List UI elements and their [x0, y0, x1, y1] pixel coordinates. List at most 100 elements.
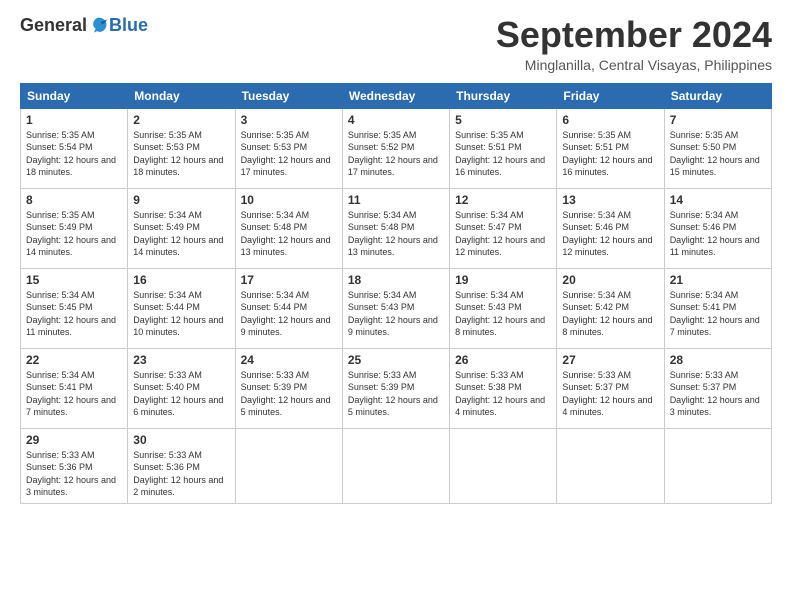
logo-general: General [20, 15, 87, 36]
day-info: Sunrise: 5:34 AMSunset: 5:44 PMDaylight:… [241, 290, 331, 338]
day-number: 14 [670, 193, 766, 207]
day-number: 20 [562, 273, 658, 287]
day-info: Sunrise: 5:34 AMSunset: 5:47 PMDaylight:… [455, 210, 545, 258]
day-cell: 30 Sunrise: 5:33 AMSunset: 5:36 PMDaylig… [128, 428, 235, 503]
day-cell: 16 Sunrise: 5:34 AMSunset: 5:44 PMDaylig… [128, 268, 235, 348]
day-cell: 1 Sunrise: 5:35 AMSunset: 5:54 PMDayligh… [21, 108, 128, 188]
week-row-1: 1 Sunrise: 5:35 AMSunset: 5:54 PMDayligh… [21, 108, 772, 188]
day-cell: 17 Sunrise: 5:34 AMSunset: 5:44 PMDaylig… [235, 268, 342, 348]
day-number: 19 [455, 273, 551, 287]
page: General Blue September 2024 Minglanilla,… [0, 0, 792, 612]
day-cell: 12 Sunrise: 5:34 AMSunset: 5:47 PMDaylig… [450, 188, 557, 268]
day-info: Sunrise: 5:35 AMSunset: 5:51 PMDaylight:… [455, 130, 545, 178]
header-row: SundayMondayTuesdayWednesdayThursdayFrid… [21, 83, 772, 108]
day-number: 12 [455, 193, 551, 207]
calendar-table: SundayMondayTuesdayWednesdayThursdayFrid… [20, 83, 772, 504]
header-friday: Friday [557, 83, 664, 108]
day-number: 21 [670, 273, 766, 287]
day-cell: 15 Sunrise: 5:34 AMSunset: 5:45 PMDaylig… [21, 268, 128, 348]
day-info: Sunrise: 5:34 AMSunset: 5:41 PMDaylight:… [670, 290, 760, 338]
day-cell: 11 Sunrise: 5:34 AMSunset: 5:48 PMDaylig… [342, 188, 449, 268]
header-monday: Monday [128, 83, 235, 108]
day-number: 18 [348, 273, 444, 287]
day-info: Sunrise: 5:33 AMSunset: 5:36 PMDaylight:… [133, 450, 223, 498]
day-info: Sunrise: 5:33 AMSunset: 5:37 PMDaylight:… [670, 370, 760, 418]
day-info: Sunrise: 5:33 AMSunset: 5:39 PMDaylight:… [348, 370, 438, 418]
day-cell: 18 Sunrise: 5:34 AMSunset: 5:43 PMDaylig… [342, 268, 449, 348]
day-cell: 8 Sunrise: 5:35 AMSunset: 5:49 PMDayligh… [21, 188, 128, 268]
day-cell: 14 Sunrise: 5:34 AMSunset: 5:46 PMDaylig… [664, 188, 771, 268]
day-info: Sunrise: 5:34 AMSunset: 5:48 PMDaylight:… [241, 210, 331, 258]
day-number: 9 [133, 193, 229, 207]
logo-blue: Blue [109, 15, 148, 36]
day-cell: 21 Sunrise: 5:34 AMSunset: 5:41 PMDaylig… [664, 268, 771, 348]
day-number: 11 [348, 193, 444, 207]
day-number: 27 [562, 353, 658, 367]
logo: General Blue [20, 15, 148, 36]
day-number: 16 [133, 273, 229, 287]
day-number: 5 [455, 113, 551, 127]
day-number: 2 [133, 113, 229, 127]
day-number: 23 [133, 353, 229, 367]
day-number: 13 [562, 193, 658, 207]
day-number: 26 [455, 353, 551, 367]
day-info: Sunrise: 5:34 AMSunset: 5:46 PMDaylight:… [562, 210, 652, 258]
day-number: 1 [26, 113, 122, 127]
day-info: Sunrise: 5:35 AMSunset: 5:50 PMDaylight:… [670, 130, 760, 178]
day-info: Sunrise: 5:33 AMSunset: 5:40 PMDaylight:… [133, 370, 223, 418]
day-number: 25 [348, 353, 444, 367]
day-cell: 29 Sunrise: 5:33 AMSunset: 5:36 PMDaylig… [21, 428, 128, 503]
day-number: 10 [241, 193, 337, 207]
logo-text: General Blue [20, 15, 148, 36]
day-info: Sunrise: 5:34 AMSunset: 5:44 PMDaylight:… [133, 290, 223, 338]
day-cell: 3 Sunrise: 5:35 AMSunset: 5:53 PMDayligh… [235, 108, 342, 188]
day-cell: 28 Sunrise: 5:33 AMSunset: 5:37 PMDaylig… [664, 348, 771, 428]
day-info: Sunrise: 5:34 AMSunset: 5:43 PMDaylight:… [348, 290, 438, 338]
day-info: Sunrise: 5:34 AMSunset: 5:49 PMDaylight:… [133, 210, 223, 258]
day-cell [342, 428, 449, 503]
day-info: Sunrise: 5:33 AMSunset: 5:36 PMDaylight:… [26, 450, 116, 498]
day-cell: 22 Sunrise: 5:34 AMSunset: 5:41 PMDaylig… [21, 348, 128, 428]
day-info: Sunrise: 5:34 AMSunset: 5:43 PMDaylight:… [455, 290, 545, 338]
day-info: Sunrise: 5:34 AMSunset: 5:41 PMDaylight:… [26, 370, 116, 418]
day-cell: 2 Sunrise: 5:35 AMSunset: 5:53 PMDayligh… [128, 108, 235, 188]
day-info: Sunrise: 5:35 AMSunset: 5:54 PMDaylight:… [26, 130, 116, 178]
day-cell: 27 Sunrise: 5:33 AMSunset: 5:37 PMDaylig… [557, 348, 664, 428]
day-info: Sunrise: 5:35 AMSunset: 5:53 PMDaylight:… [241, 130, 331, 178]
day-cell: 24 Sunrise: 5:33 AMSunset: 5:39 PMDaylig… [235, 348, 342, 428]
header-tuesday: Tuesday [235, 83, 342, 108]
day-cell: 20 Sunrise: 5:34 AMSunset: 5:42 PMDaylig… [557, 268, 664, 348]
day-number: 22 [26, 353, 122, 367]
week-row-3: 15 Sunrise: 5:34 AMSunset: 5:45 PMDaylig… [21, 268, 772, 348]
header-saturday: Saturday [664, 83, 771, 108]
day-number: 24 [241, 353, 337, 367]
day-cell: 9 Sunrise: 5:34 AMSunset: 5:49 PMDayligh… [128, 188, 235, 268]
day-info: Sunrise: 5:35 AMSunset: 5:49 PMDaylight:… [26, 210, 116, 258]
day-cell [664, 428, 771, 503]
day-info: Sunrise: 5:33 AMSunset: 5:39 PMDaylight:… [241, 370, 331, 418]
location-title: Minglanilla, Central Visayas, Philippine… [496, 57, 772, 73]
day-cell: 7 Sunrise: 5:35 AMSunset: 5:50 PMDayligh… [664, 108, 771, 188]
day-info: Sunrise: 5:34 AMSunset: 5:45 PMDaylight:… [26, 290, 116, 338]
header: General Blue September 2024 Minglanilla,… [20, 15, 772, 73]
day-cell: 25 Sunrise: 5:33 AMSunset: 5:39 PMDaylig… [342, 348, 449, 428]
day-number: 17 [241, 273, 337, 287]
day-cell [235, 428, 342, 503]
header-wednesday: Wednesday [342, 83, 449, 108]
day-cell: 23 Sunrise: 5:33 AMSunset: 5:40 PMDaylig… [128, 348, 235, 428]
week-row-5: 29 Sunrise: 5:33 AMSunset: 5:36 PMDaylig… [21, 428, 772, 503]
day-number: 30 [133, 433, 229, 447]
day-cell: 10 Sunrise: 5:34 AMSunset: 5:48 PMDaylig… [235, 188, 342, 268]
day-cell: 13 Sunrise: 5:34 AMSunset: 5:46 PMDaylig… [557, 188, 664, 268]
day-cell: 4 Sunrise: 5:35 AMSunset: 5:52 PMDayligh… [342, 108, 449, 188]
day-number: 8 [26, 193, 122, 207]
day-cell [450, 428, 557, 503]
day-info: Sunrise: 5:33 AMSunset: 5:37 PMDaylight:… [562, 370, 652, 418]
title-block: September 2024 Minglanilla, Central Visa… [496, 15, 772, 73]
day-number: 3 [241, 113, 337, 127]
day-cell [557, 428, 664, 503]
day-cell: 26 Sunrise: 5:33 AMSunset: 5:38 PMDaylig… [450, 348, 557, 428]
day-number: 15 [26, 273, 122, 287]
header-thursday: Thursday [450, 83, 557, 108]
day-number: 7 [670, 113, 766, 127]
